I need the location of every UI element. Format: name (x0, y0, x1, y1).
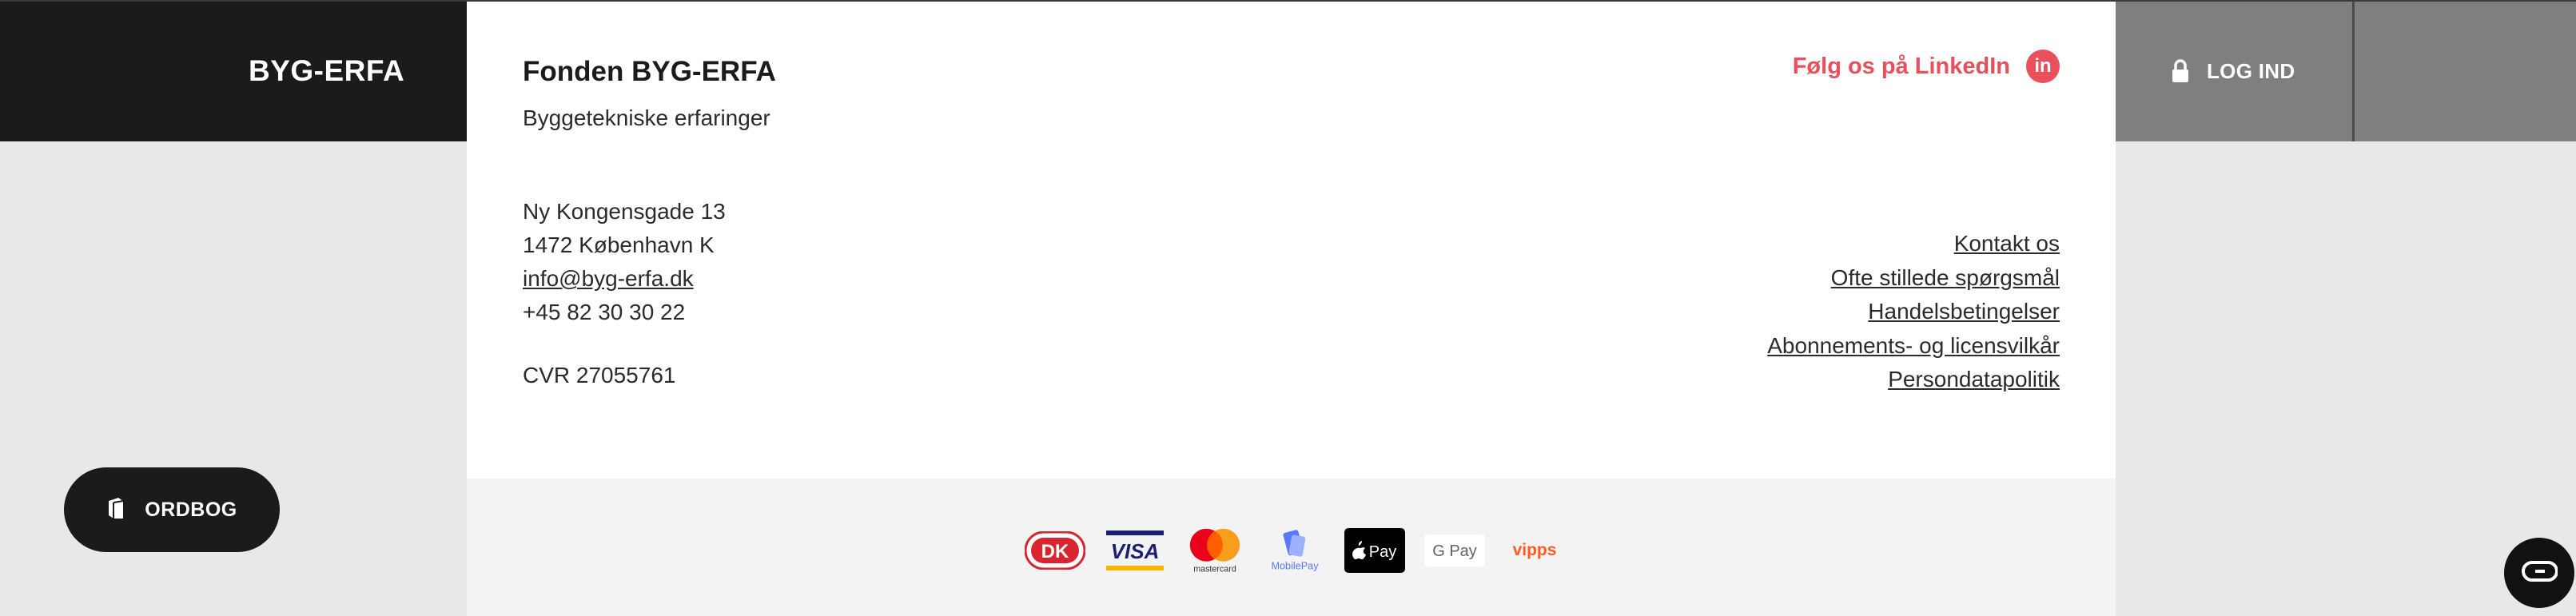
privacy-policy-link[interactable]: Persondatapolitik (1767, 363, 2060, 397)
brand-header: BYG-ERFA (0, 2, 467, 141)
payment-band: DK VISA mastercard MobilePay Pay G Pay v… (467, 479, 2116, 616)
dankort-text: DK (1041, 541, 1069, 562)
header-right-panel (2355, 2, 2576, 141)
subscription-terms-link[interactable]: Abonnements- og licensvilkår (1767, 329, 2060, 364)
cvr-number: CVR 27055761 (523, 363, 676, 387)
mastercard-icon: mastercard (1184, 526, 1246, 575)
terms-link[interactable]: Handelsbetingelser (1767, 295, 2060, 329)
brand-logo[interactable]: BYG-ERFA (249, 54, 404, 88)
login-button[interactable]: LOG IND (2172, 55, 2295, 87)
mastercard-text: mastercard (1193, 564, 1236, 574)
google-pay-text: G Pay (1432, 542, 1477, 560)
visa-icon: VISA (1104, 526, 1166, 575)
email-link[interactable]: info@byg-erfa.dk (523, 266, 694, 291)
address-block: Ny Kongensgade 13 1472 København K info@… (523, 195, 726, 329)
address-street: Ny Kongensgade 13 (523, 199, 726, 224)
footer-links: Kontakt os Ofte stillede spørgsmål Hande… (1767, 227, 2060, 397)
apple-pay-icon: Pay (1344, 526, 1406, 575)
linkedin-icon: in (2026, 50, 2060, 83)
footer-card: Fonden BYG-ERFA Byggetekniske erfaringer… (467, 2, 2116, 479)
linkedin-link[interactable]: Følg os på LinkedIn in (1793, 50, 2060, 83)
org-subtitle: Byggetekniske erfaringer (523, 105, 770, 130)
dankort-icon: DK (1024, 526, 1086, 575)
lock-icon (2172, 59, 2189, 83)
google-pay-icon: G Pay (1423, 526, 1486, 575)
apple-pay-text: Pay (1369, 543, 1396, 561)
linkedin-label: Følg os på LinkedIn (1792, 53, 2010, 79)
vipps-icon: vipps (1503, 526, 1566, 575)
mobilepay-icon: MobilePay (1264, 526, 1326, 575)
payment-methods: DK VISA mastercard MobilePay Pay G Pay v… (1024, 526, 1566, 575)
chat-button[interactable] (2504, 538, 2574, 608)
ordbog-button[interactable]: ORDBOG (64, 467, 280, 552)
login-area: LOG IND (2116, 2, 2352, 141)
chat-icon (2521, 559, 2558, 587)
org-name: Fonden BYG-ERFA (523, 56, 776, 87)
faq-link[interactable]: Ofte stillede spørgsmål (1767, 261, 2060, 296)
address-city: 1472 København K (523, 232, 715, 257)
contact-link[interactable]: Kontakt os (1767, 227, 2060, 261)
mobilepay-text: MobilePay (1271, 560, 1319, 571)
vipps-text: vipps (1513, 541, 1557, 559)
visa-text: VISA (1111, 539, 1160, 563)
phone-number: +45 82 30 30 22 (523, 300, 686, 324)
login-label: LOG IND (2207, 58, 2295, 83)
ordbog-label: ORDBOG (145, 498, 237, 521)
book-icon (106, 496, 125, 524)
